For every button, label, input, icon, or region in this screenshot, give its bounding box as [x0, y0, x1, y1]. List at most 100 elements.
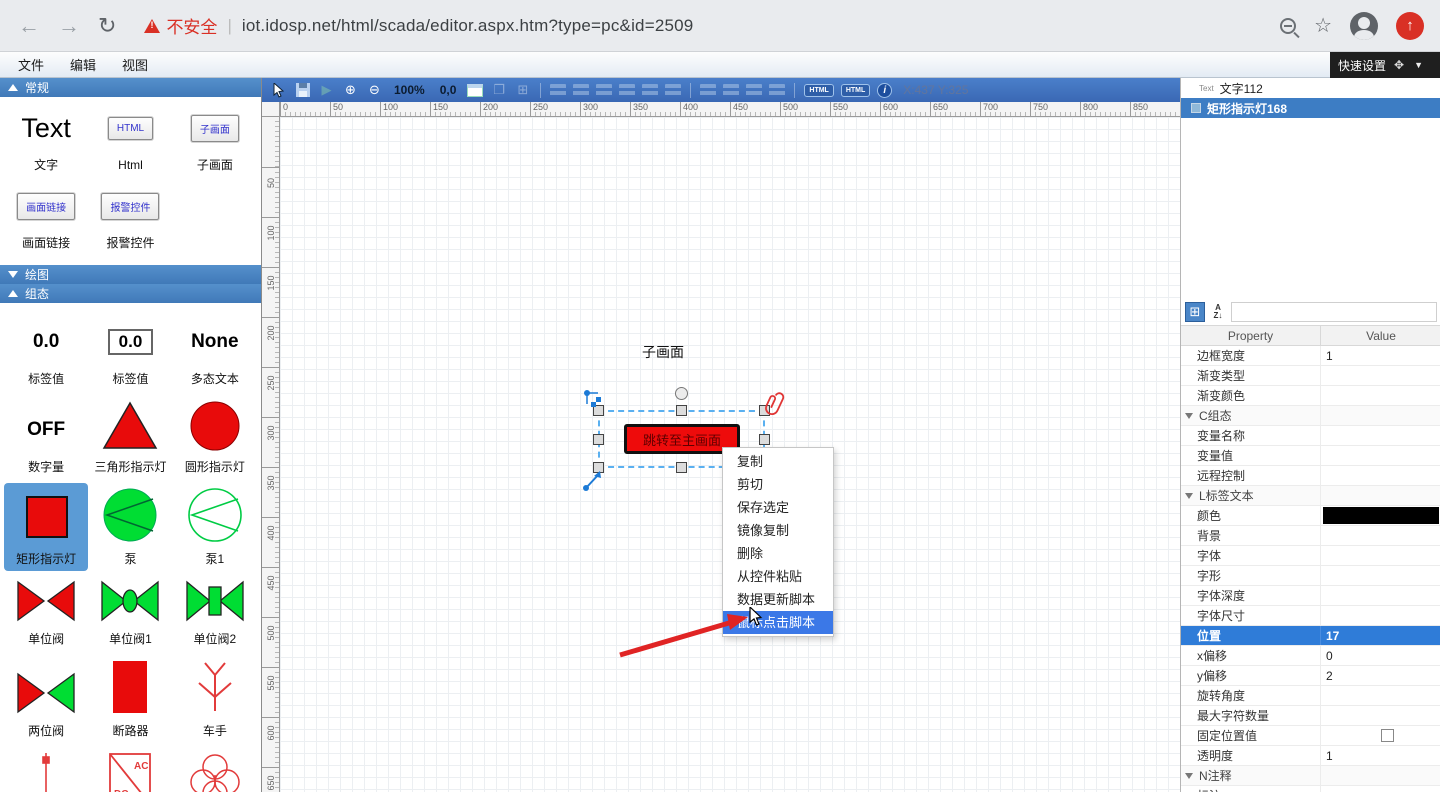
- palette-item-unit-valve2[interactable]: 单位阀2: [173, 575, 257, 651]
- property-row[interactable]: 远程控制: [1181, 466, 1440, 486]
- property-value[interactable]: [1321, 486, 1440, 505]
- property-value[interactable]: [1321, 586, 1440, 605]
- profile-avatar[interactable]: [1350, 12, 1378, 40]
- property-value[interactable]: [1321, 386, 1440, 405]
- property-row[interactable]: 背景: [1181, 526, 1440, 546]
- distribute-icon[interactable]: [769, 84, 785, 96]
- property-value[interactable]: [1321, 546, 1440, 565]
- checkbox[interactable]: [1381, 729, 1394, 742]
- resize-handle-w[interactable]: [593, 434, 604, 445]
- align-bottom-icon[interactable]: [665, 84, 681, 96]
- palette-item-screen-link[interactable]: 画面链接 画面链接: [4, 181, 88, 255]
- align-middle-icon[interactable]: [642, 84, 658, 96]
- property-row[interactable]: 字体深度: [1181, 586, 1440, 606]
- context-menu-item[interactable]: 从控件粘贴: [723, 565, 833, 588]
- rotate-handle[interactable]: [675, 387, 688, 400]
- update-icon[interactable]: ↑: [1396, 12, 1424, 40]
- palette-item-handcart[interactable]: 车手: [173, 655, 257, 743]
- palette-item-subscreen[interactable]: 子画面 子画面: [173, 103, 257, 177]
- context-menu-item[interactable]: 鼠标点击脚本: [723, 611, 833, 634]
- property-value[interactable]: 1: [1321, 746, 1440, 765]
- palette-item-pump1[interactable]: 泵1: [173, 483, 257, 571]
- align-top-icon[interactable]: [619, 84, 635, 96]
- palette-item-triangle-light[interactable]: 三角形指示灯: [88, 395, 172, 479]
- canvas-settings-icon[interactable]: [467, 84, 483, 97]
- palette-item-pt[interactable]: PT: [173, 747, 257, 792]
- palette-item-rect-light[interactable]: 矩形指示灯: [4, 483, 88, 571]
- reload-icon[interactable]: ↻: [98, 13, 116, 39]
- html-export-icon[interactable]: HTML: [804, 84, 833, 97]
- context-menu-item[interactable]: 删除: [723, 542, 833, 565]
- context-menu-item[interactable]: 剪切: [723, 473, 833, 496]
- property-value[interactable]: [1321, 506, 1440, 525]
- property-value[interactable]: [1321, 606, 1440, 625]
- save-icon[interactable]: [294, 82, 311, 99]
- address-bar[interactable]: 不安全 | iot.idosp.net/html/scada/editor.as…: [144, 13, 1280, 38]
- same-size-icon[interactable]: [746, 84, 762, 96]
- palette-item-multistate-text[interactable]: None 多态文本: [173, 317, 257, 391]
- az-sort-icon[interactable]: AZ↓: [1208, 302, 1228, 322]
- property-value[interactable]: [1321, 366, 1440, 385]
- property-row[interactable]: 位置 17: [1181, 626, 1440, 646]
- property-row[interactable]: C组态: [1181, 406, 1440, 426]
- move-icon[interactable]: ✥: [1394, 58, 1404, 72]
- palette-item-knife-switch[interactable]: 刀闸: [4, 747, 88, 792]
- palette-item-inverter[interactable]: ACDC 逆变器: [88, 747, 172, 792]
- context-menu-item[interactable]: 保存选定: [723, 496, 833, 519]
- property-row[interactable]: 字形: [1181, 566, 1440, 586]
- group-icon[interactable]: ⊞: [514, 82, 531, 99]
- property-row[interactable]: L标签文本: [1181, 486, 1440, 506]
- info-icon[interactable]: i: [877, 83, 892, 98]
- property-row[interactable]: N注释: [1181, 766, 1440, 786]
- palette-item-html[interactable]: HTML Html: [88, 103, 172, 177]
- property-row[interactable]: x偏移 0: [1181, 646, 1440, 666]
- zoom-indicator-icon[interactable]: [1280, 18, 1296, 34]
- subscreen-text[interactable]: 子画面: [642, 342, 684, 362]
- html-preview-icon[interactable]: HTML: [841, 84, 870, 97]
- context-menu-item[interactable]: 数据更新脚本: [723, 588, 833, 611]
- object-item-rect-light168[interactable]: 矩形指示灯168: [1181, 98, 1440, 118]
- palette-item-tag-value[interactable]: 0.0 标签值: [4, 317, 88, 391]
- same-width-icon[interactable]: [700, 84, 716, 96]
- quick-settings-bar[interactable]: 快速设置 ✥ ▼: [1330, 52, 1440, 78]
- align-left-icon[interactable]: [550, 84, 566, 96]
- same-height-icon[interactable]: [723, 84, 739, 96]
- property-row[interactable]: 最大字符数量: [1181, 706, 1440, 726]
- property-row[interactable]: 颜色: [1181, 506, 1440, 526]
- align-center-icon[interactable]: [573, 84, 589, 96]
- resize-handle-e[interactable]: [759, 434, 770, 445]
- menu-file[interactable]: 文件: [18, 55, 44, 74]
- property-value[interactable]: [1321, 726, 1440, 745]
- palette-item-circle-light[interactable]: 圆形指示灯: [173, 395, 257, 479]
- property-row[interactable]: 字体: [1181, 546, 1440, 566]
- palette-item-two-pos-valve[interactable]: 两位阀: [4, 655, 88, 743]
- property-row[interactable]: 固定位置值: [1181, 726, 1440, 746]
- property-value[interactable]: [1321, 766, 1440, 785]
- palette-item-alarm-control[interactable]: 报警控件 报警控件: [88, 181, 172, 255]
- menu-view[interactable]: 视图: [122, 55, 148, 74]
- property-value[interactable]: [1321, 566, 1440, 585]
- link-anchor-icon[interactable]: [583, 389, 603, 409]
- palette-item-breaker[interactable]: 断路器: [88, 655, 172, 743]
- palette-item-text[interactable]: Text 文字: [4, 103, 88, 177]
- context-menu-item[interactable]: 镜像复制: [723, 519, 833, 542]
- paperclip-icon[interactable]: [765, 392, 785, 418]
- property-row[interactable]: 透明度 1: [1181, 746, 1440, 766]
- property-value[interactable]: [1321, 466, 1440, 485]
- property-value[interactable]: 2: [1321, 666, 1440, 685]
- property-row[interactable]: 变量名称: [1181, 426, 1440, 446]
- diagonal-resize-icon[interactable]: [583, 469, 603, 491]
- property-value[interactable]: [1321, 406, 1440, 425]
- back-icon[interactable]: ←: [18, 13, 40, 39]
- property-row[interactable]: 字体尺寸: [1181, 606, 1440, 626]
- section-general[interactable]: 常规: [0, 78, 261, 97]
- section-drawing[interactable]: 绘图: [0, 265, 261, 284]
- property-value[interactable]: [1321, 786, 1440, 792]
- select-cursor-icon[interactable]: [270, 82, 287, 99]
- property-row[interactable]: 渐变类型: [1181, 366, 1440, 386]
- resize-handle-n[interactable]: [676, 405, 687, 416]
- palette-item-unit-valve1[interactable]: 单位阀1: [88, 575, 172, 651]
- palette-item-unit-valve[interactable]: 单位阀: [4, 575, 88, 651]
- property-row[interactable]: 旋转角度: [1181, 686, 1440, 706]
- property-row[interactable]: 变量值: [1181, 446, 1440, 466]
